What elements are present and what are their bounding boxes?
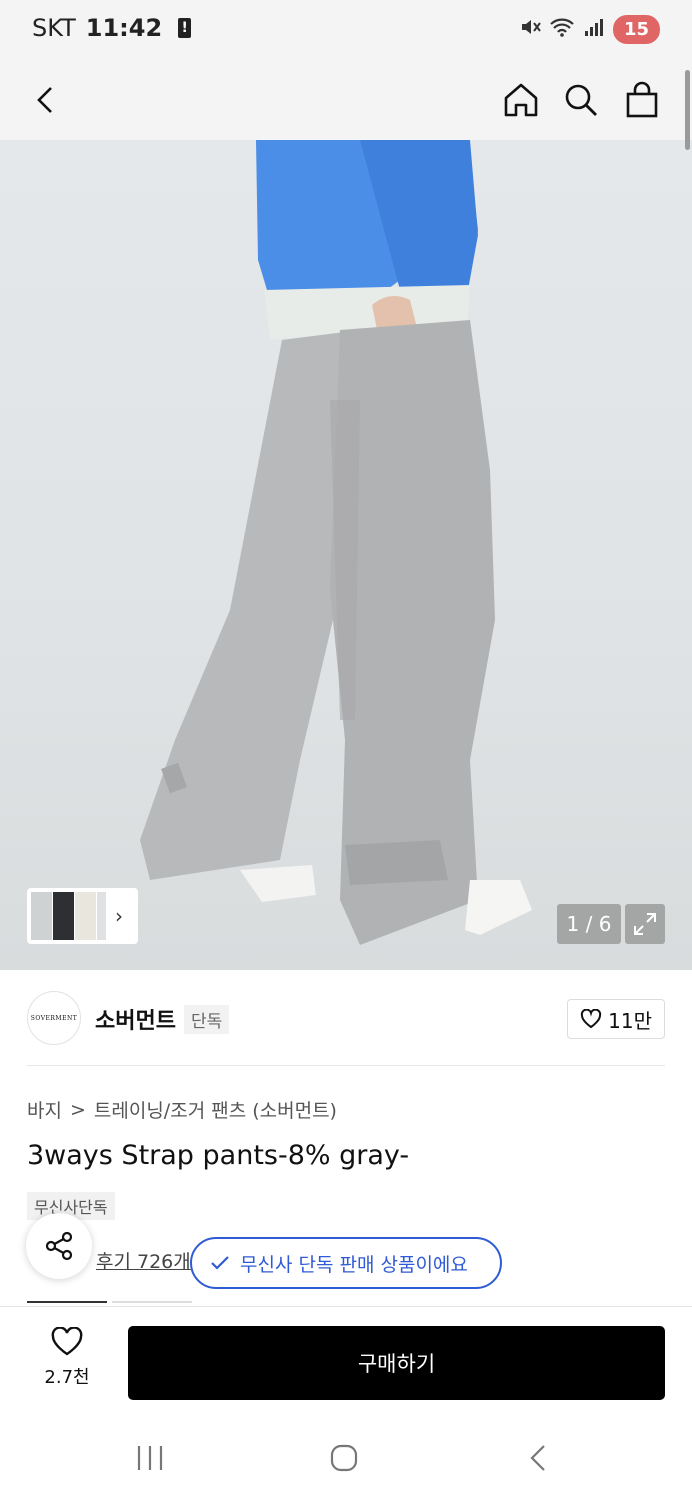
chevron-left-icon	[530, 1445, 545, 1471]
check-icon	[211, 1256, 229, 1270]
wishlist-count: 2.7천	[44, 1367, 90, 1388]
mute-icon	[519, 16, 541, 43]
buy-button[interactable]: 구매하기	[128, 1326, 665, 1400]
battery-level: 15	[612, 15, 660, 44]
brand-like-count: 11만	[608, 1008, 652, 1033]
home-icon	[504, 83, 538, 117]
bottom-action-bar: 2.7천 구매하기	[0, 1306, 692, 1416]
home-nav-button[interactable]	[322, 1436, 366, 1480]
toast-message: 무신사 단독 판매 상품이에요	[240, 1253, 468, 1276]
status-bar: SKT 11:42 15	[0, 0, 692, 60]
brand-logo[interactable]: SOVERMENT	[27, 991, 81, 1045]
cart-button[interactable]	[616, 74, 668, 126]
shopping-bag-icon	[626, 81, 658, 118]
expand-button[interactable]	[625, 904, 665, 944]
wifi-icon	[549, 16, 575, 43]
exclusive-toast: 무신사 단독 판매 상품이에요	[190, 1237, 502, 1289]
carrier-label: SKT	[32, 14, 76, 42]
clock: 11:42	[85, 14, 163, 42]
heart-icon	[51, 1326, 83, 1356]
recent-apps-button[interactable]	[128, 1436, 172, 1480]
home-circle-icon	[330, 1444, 358, 1472]
breadcrumb-category[interactable]: 바지	[27, 1096, 62, 1123]
brand-exclusive-tag: 단독	[184, 1005, 230, 1034]
scrollbar[interactable]	[685, 70, 690, 150]
brand-like-button[interactable]: 11만	[567, 999, 665, 1039]
search-icon	[565, 84, 597, 116]
recent-apps-icon	[137, 1446, 163, 1470]
back-nav-button[interactable]	[516, 1436, 560, 1480]
product-title: 3ways Strap pants-8% gray-	[27, 1140, 410, 1171]
thumbnail-strip[interactable]: ›	[27, 888, 138, 944]
expand-icon	[634, 913, 656, 935]
thumbnail-gray	[31, 892, 53, 940]
share-icon	[45, 1231, 73, 1261]
status-left: SKT 11:42	[32, 14, 192, 42]
breadcrumb-subcategory[interactable]: 트레이닝/조거 팬츠 (소버먼트)	[94, 1096, 337, 1123]
product-photo	[140, 140, 532, 945]
status-right: 15	[519, 15, 660, 44]
heart-icon	[580, 1009, 602, 1029]
product-image[interactable]: › 1 / 6	[0, 140, 692, 970]
thumbnail-gray-2	[97, 892, 107, 940]
thumbnail-black	[53, 892, 75, 940]
chevron-right-icon: ›	[115, 904, 123, 928]
review-link[interactable]: 후기 726개	[96, 1247, 191, 1274]
top-nav	[0, 60, 692, 140]
brand-row: SOVERMENT 소버먼트 단독 11만	[27, 970, 665, 1066]
back-button[interactable]	[20, 74, 72, 126]
brand-name[interactable]: 소버먼트	[95, 1003, 176, 1035]
share-button[interactable]	[26, 1213, 92, 1279]
battery-alert-icon	[178, 18, 192, 38]
thumbnail-ivory	[75, 892, 97, 940]
home-button[interactable]	[495, 74, 547, 126]
image-counter: 1 / 6	[557, 904, 621, 944]
wishlist-button[interactable]: 2.7천	[30, 1326, 104, 1389]
search-button[interactable]	[555, 74, 607, 126]
system-nav-bar	[0, 1416, 692, 1500]
chevron-left-icon	[37, 87, 52, 113]
breadcrumb: 바지 > 트레이닝/조거 팬츠 (소버먼트)	[27, 1096, 337, 1123]
signal-icon	[583, 16, 605, 43]
breadcrumb-separator: >	[69, 1098, 86, 1121]
